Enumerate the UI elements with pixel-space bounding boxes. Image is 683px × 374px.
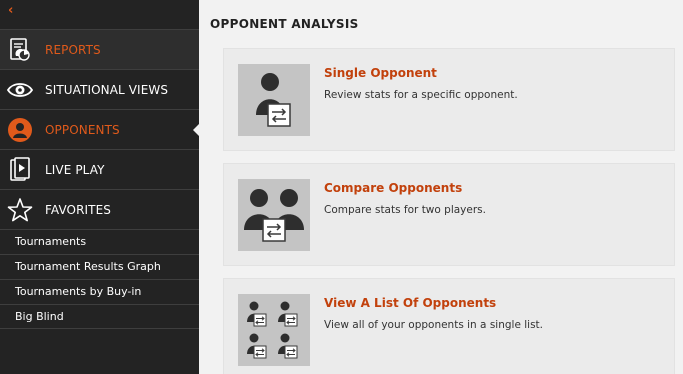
favorite-item-tournaments[interactable]: Tournaments	[0, 229, 199, 254]
main-panel: OPPONENT ANALYSIS Single Opponent Review…	[199, 0, 683, 374]
nav-item-label: SITUATIONAL VIEWS	[45, 83, 169, 97]
nav-item-label: OPPONENTS	[45, 123, 120, 137]
favorites-list: Tournaments Tournament Results Graph Tou…	[0, 229, 199, 329]
nav-item-live-play[interactable]: LIVE PLAY	[0, 149, 199, 189]
card-compare-opponents[interactable]: Compare Opponents Compare stats for two …	[223, 163, 675, 266]
chevron-left-icon: ‹	[8, 3, 14, 18]
star-icon	[7, 198, 33, 222]
back-button[interactable]: ‹	[0, 0, 199, 29]
card-title: Compare Opponents	[324, 181, 463, 195]
sidebar: ‹ REPORTS SITUATIONAL VIEWS OPPONENTS LI…	[0, 0, 199, 374]
card-view-opponents-list[interactable]: View A List Of Opponents View all of you…	[223, 278, 675, 374]
card-description: Compare stats for two players.	[324, 204, 486, 216]
nav-item-label: LIVE PLAY	[45, 163, 105, 177]
nav-item-favorites[interactable]: FAVORITES	[0, 189, 199, 229]
card-title: Single Opponent	[324, 66, 437, 80]
card-description: View all of your opponents in a single l…	[324, 319, 544, 331]
page-title: OPPONENT ANALYSIS	[210, 17, 359, 31]
card-title: View A List Of Opponents	[324, 296, 497, 310]
live-play-icon	[10, 157, 30, 181]
eye-icon	[7, 83, 33, 97]
nav-item-opponents[interactable]: OPPONENTS	[0, 109, 199, 149]
nav-item-situational-views[interactable]: SITUATIONAL VIEWS	[0, 69, 199, 109]
person-circle-icon	[8, 118, 32, 142]
favorite-item-tournaments-by-buy-in[interactable]: Tournaments by Buy-in	[0, 279, 199, 304]
favorite-item-tournament-results-graph[interactable]: Tournament Results Graph	[0, 254, 199, 279]
opponents-list-icon	[238, 294, 310, 366]
compare-opponents-icon	[238, 179, 310, 251]
nav-item-reports[interactable]: REPORTS	[0, 29, 199, 69]
nav-item-label: FAVORITES	[45, 203, 111, 217]
card-single-opponent[interactable]: Single Opponent Review stats for a speci…	[223, 48, 675, 151]
reports-icon	[10, 38, 30, 61]
single-opponent-icon	[238, 64, 310, 136]
favorite-item-big-blind[interactable]: Big Blind	[0, 304, 199, 329]
nav-item-label: REPORTS	[45, 43, 101, 57]
card-description: Review stats for a specific opponent.	[324, 89, 518, 101]
